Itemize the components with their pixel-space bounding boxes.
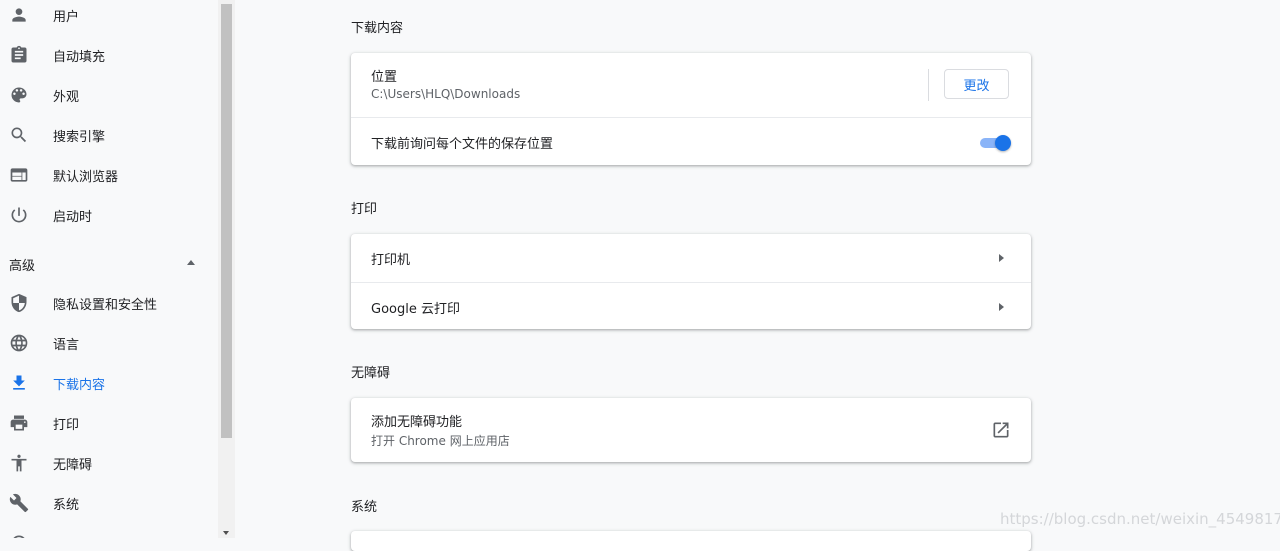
sidebar-item-printing[interactable]: 打印: [0, 403, 218, 443]
sidebar-item-downloads[interactable]: 下载内容: [0, 363, 218, 403]
sidebar-item-system[interactable]: 系统: [0, 483, 218, 523]
sidebar-item-label: 用户: [53, 9, 80, 25]
watermark: https://blog.csdn.net/weixin_45498171: [1000, 510, 1280, 528]
browser-icon: [9, 165, 29, 185]
sidebar-item-accessibility[interactable]: 无障碍: [0, 443, 218, 483]
sidebar-item-label: 语言: [53, 337, 80, 353]
accessibility-icon: [9, 453, 29, 473]
reset-icon: [9, 533, 29, 538]
toggle-knob: [995, 135, 1011, 151]
change-location-button[interactable]: 更改: [944, 69, 1009, 99]
sidebar-advanced-toggle[interactable]: 高级: [0, 243, 218, 283]
sidebar-item-partial[interactable]: [0, 523, 218, 538]
wrench-icon: [9, 493, 29, 513]
sidebar-item-label: 下载内容: [53, 377, 106, 393]
cloud-print-label: Google 云打印: [371, 302, 460, 317]
system-card: [351, 531, 1031, 551]
sidebar: 用户 自动填充 外观 搜索引擎 默认浏览器 启动时 高级 隐私设置和安全性 语言…: [0, 0, 218, 538]
accessibility-card: 添加无障碍功能 打开 Chrome 网上应用店: [351, 398, 1031, 462]
main-content: 下载内容 位置 C:\Users\HLQ\Downloads 更改 下载前询问每…: [235, 0, 1280, 551]
sidebar-item-label: 隐私设置和安全性: [53, 297, 158, 313]
downloads-section-title: 下载内容: [351, 21, 404, 36]
downloads-card: 位置 C:\Users\HLQ\Downloads 更改 下载前询问每个文件的保…: [351, 53, 1031, 165]
printers-row[interactable]: 打印机: [351, 234, 1031, 282]
sidebar-item-label: 搜索引擎: [53, 129, 106, 145]
sidebar-item-label: 打印: [53, 417, 80, 433]
chevron-right-icon: [999, 254, 1004, 262]
sidebar-item-label: 外观: [53, 89, 80, 105]
globe-icon: [9, 333, 29, 353]
add-accessibility-label: 添加无障碍功能: [371, 415, 463, 430]
printer-icon: [9, 413, 29, 433]
system-section-title: 系统: [351, 500, 378, 515]
sidebar-scrollbar[interactable]: [218, 0, 235, 538]
sidebar-item-label: 启动时: [53, 209, 93, 225]
scroll-down-arrow-icon[interactable]: [223, 531, 229, 535]
download-location-row: 位置 C:\Users\HLQ\Downloads 更改: [351, 53, 1031, 117]
sidebar-item-languages[interactable]: 语言: [0, 323, 218, 363]
palette-icon: [9, 85, 29, 105]
printing-section-title: 打印: [351, 202, 378, 217]
accessibility-section-title: 无障碍: [351, 366, 391, 381]
location-path: C:\Users\HLQ\Downloads: [371, 87, 521, 101]
sidebar-item-label: 自动填充: [53, 49, 106, 65]
printers-label: 打印机: [371, 253, 411, 268]
advanced-label: 高级: [9, 259, 36, 274]
arrow-up-icon: [187, 260, 195, 265]
sidebar-item-search-engine[interactable]: 搜索引擎: [0, 115, 218, 155]
ask-where-to-save-toggle[interactable]: [980, 135, 1012, 151]
chevron-right-icon: [999, 303, 1004, 311]
sidebar-item-appearance[interactable]: 外观: [0, 75, 218, 115]
sidebar-item-label: 无障碍: [53, 457, 93, 473]
sidebar-item-on-startup[interactable]: 启动时: [0, 195, 218, 235]
add-accessibility-row[interactable]: 添加无障碍功能 打开 Chrome 网上应用店: [351, 398, 1031, 462]
sidebar-item-privacy[interactable]: 隐私设置和安全性: [0, 283, 218, 323]
cloud-print-row[interactable]: Google 云打印: [351, 282, 1031, 330]
sidebar-item-autofill[interactable]: 自动填充: [0, 35, 218, 75]
shield-icon: [9, 293, 29, 313]
clipboard-icon: [9, 45, 29, 65]
location-label: 位置: [371, 70, 398, 85]
add-accessibility-sublabel: 打开 Chrome 网上应用店: [371, 434, 510, 448]
row-divider: [928, 69, 929, 101]
search-icon: [9, 125, 29, 145]
open-in-new-icon[interactable]: [991, 420, 1011, 440]
sidebar-item-label: 系统: [53, 497, 80, 513]
person-icon: [9, 5, 29, 25]
printing-card: 打印机 Google 云打印: [351, 234, 1031, 329]
download-icon: [9, 373, 29, 393]
ask-where-to-save-row[interactable]: 下载前询问每个文件的保存位置: [351, 117, 1031, 166]
sidebar-item-people[interactable]: 用户: [0, 0, 218, 35]
sidebar-item-label: 默认浏览器: [53, 169, 119, 185]
scrollbar-thumb[interactable]: [221, 4, 232, 438]
sidebar-item-default-browser[interactable]: 默认浏览器: [0, 155, 218, 195]
power-icon: [9, 205, 29, 225]
ask-where-to-save-label: 下载前询问每个文件的保存位置: [371, 137, 554, 152]
